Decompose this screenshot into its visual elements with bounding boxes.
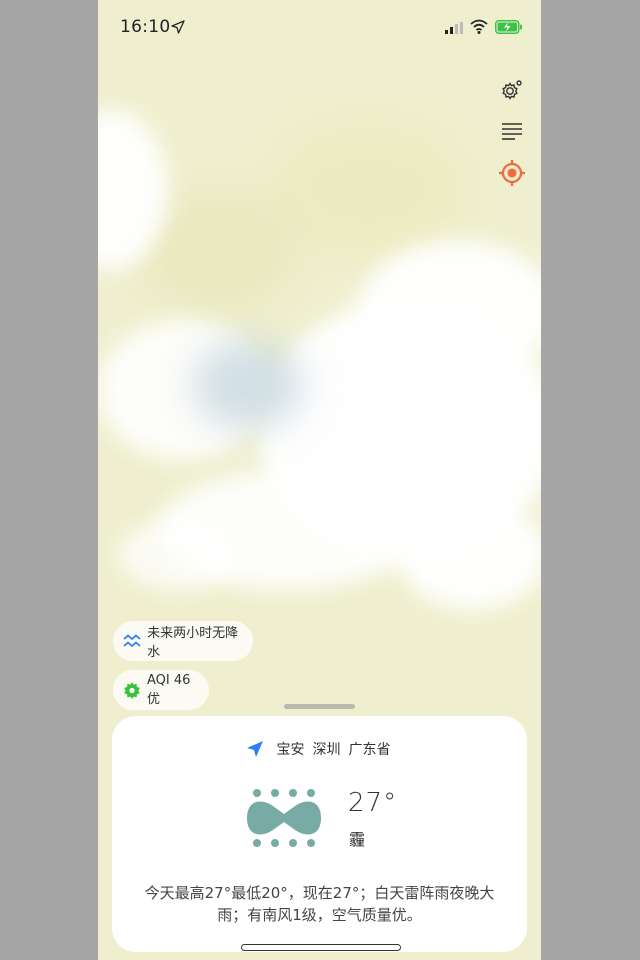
fog-icon bbox=[247, 789, 321, 847]
location-province: 广东省 bbox=[348, 742, 391, 758]
locate-button[interactable] bbox=[498, 159, 526, 187]
rain-wave-icon bbox=[123, 634, 141, 647]
settings-icon bbox=[502, 80, 522, 100]
cellular-signal-icon bbox=[445, 22, 463, 34]
weather-summary: 今天最高27°最低20°，现在27°；白天雷阵雨夜晚大雨；有南风1级，空气质量优… bbox=[144, 884, 495, 924]
rain-forecast-text: 未来两小时无降水 bbox=[147, 626, 239, 660]
battery-charging-icon bbox=[495, 20, 522, 34]
location-row: 宝安 深圳 广东省 bbox=[112, 739, 527, 759]
drag-handle[interactable] bbox=[284, 704, 355, 709]
location-district: 宝安 bbox=[276, 742, 305, 758]
wifi-icon bbox=[470, 19, 488, 34]
status-time: 16:10 bbox=[120, 17, 171, 37]
aqi-chip[interactable]: AQI 46 优 bbox=[113, 670, 209, 710]
weather-condition: 霾 bbox=[349, 830, 366, 849]
city-list-button[interactable] bbox=[498, 117, 526, 145]
location-arrow-icon bbox=[171, 20, 185, 34]
list-icon bbox=[502, 123, 522, 140]
current-temperature: 27° bbox=[348, 788, 398, 818]
weather-card[interactable]: 宝安 深圳 广东省 27° 霾 今天最高27°最低20°，现在27°；白天雷阵雨… bbox=[112, 716, 527, 952]
home-indicator[interactable] bbox=[241, 944, 401, 951]
location-city: 深圳 bbox=[312, 742, 341, 758]
locate-icon bbox=[499, 160, 525, 186]
rain-forecast-chip[interactable]: 未来两小时无降水 bbox=[113, 621, 253, 661]
aqi-gear-icon bbox=[124, 682, 140, 699]
aqi-text: AQI 46 优 bbox=[147, 673, 191, 707]
navigation-arrow-icon bbox=[246, 741, 263, 757]
phone-screen: 16:10 未来两小时无降水 AQI 46 优 宝安 深圳 广东省 27° 霾 … bbox=[98, 0, 541, 960]
status-bar: 16:10 bbox=[98, 0, 541, 54]
settings-button[interactable] bbox=[498, 76, 526, 104]
